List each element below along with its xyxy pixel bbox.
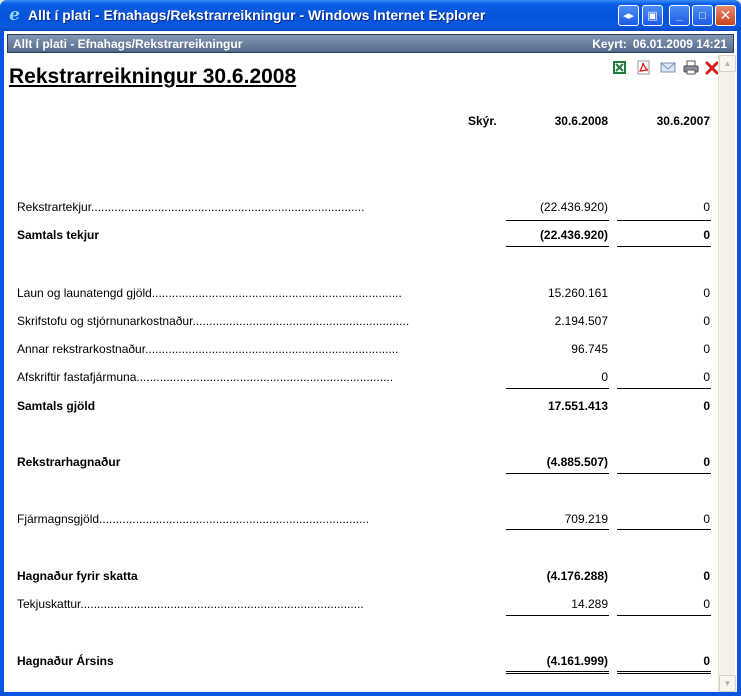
subtotal-rule [617,529,711,530]
page-client-area: Allt í plati - Efnahags/Rekstrarreikning… [4,31,737,692]
row-value-previous: 0 [703,399,710,413]
row-value-current: 0 [601,370,608,384]
maximize-button[interactable]: □ [692,5,713,26]
table-row-total: Samtals tekjur (22.436.920) 0 [4,228,718,244]
subtotal-rule [617,615,711,616]
table-row: Tekjuskattur............................… [4,597,718,613]
scroll-up-button[interactable]: ▲ [719,55,736,72]
row-value-previous: 0 [703,654,710,668]
subtotal-rule [506,388,609,389]
table-row: Annar rekstrarkostnaður.................… [4,342,718,358]
table-row: Fjármagnsgjöld..........................… [4,512,718,528]
report-bar-title: Allt í plati - Efnahags/Rekstrarreikning… [13,37,243,51]
row-value-current: 2.194.507 [554,314,608,328]
browser-window: e Allt í plati - Efnahags/Rekstrarreikni… [0,0,741,696]
total-rule [617,246,711,247]
restore-size-button[interactable]: ◂▸ [618,5,639,26]
table-row-total: Rekstrarhagnaður (4.885.507) 0 [4,455,718,471]
row-value-previous: 0 [703,342,710,356]
row-label: Hagnaður Ársins [17,654,114,668]
row-value-previous: 0 [703,370,710,384]
row-value-current: (4.885.507) [546,455,608,469]
row-value-current: 17.551.413 [547,399,608,413]
run-timestamp: Keyrt: 06.01.2009 14:21 [592,37,727,51]
close-window-button[interactable]: ✕ [715,5,736,26]
row-label: Afskriftir fastafjármuna................… [17,370,394,384]
table-row: Rekstrartekjur..........................… [4,200,718,216]
run-value: 06.01.2009 14:21 [632,37,727,51]
pdf-icon[interactable] [635,59,652,76]
email-icon[interactable] [659,59,676,76]
row-label: Samtals tekjur [17,228,100,242]
row-label: Rekstrartekjur..........................… [17,200,365,214]
row-value-current: (4.161.999) [546,654,608,668]
row-label: Samtals gjöld [17,399,96,413]
scroll-down-button[interactable]: ▼ [719,675,736,692]
table-row-total: Hagnaður Ársins (4.161.999) 0 [4,654,718,670]
row-label: Laun og launatengd gjöld................… [17,286,402,300]
total-rule [506,246,609,247]
row-label: Rekstrarhagnaður [17,455,121,469]
row-value-previous: 0 [703,314,710,328]
subtotal-rule [506,220,609,221]
subtotal-rule [506,615,609,616]
row-value-current: (22.436.920) [539,228,608,242]
column-header-previous: 30.6.2007 [656,114,710,128]
row-label: Skrifstofu og stjórnunarkostnaður.......… [17,314,410,328]
subtotal-rule [617,220,711,221]
report-content: Rekstrarreikningur 30.6.2008 Skýr. 30.6.… [4,55,718,692]
grand-total-double-rule [506,671,609,674]
window-title: Allt í plati - Efnahags/Rekstrarreikning… [28,7,486,23]
row-value-current: 15.260.161 [547,286,608,300]
total-rule [617,473,711,474]
row-value-current: 709.219 [564,512,608,526]
excel-icon[interactable] [611,59,628,76]
internet-explorer-icon: e [9,5,20,25]
run-label: Keyrt: [592,37,627,51]
row-value-current: 14.289 [571,597,608,611]
table-row: Skrifstofu og stjórnunarkostnaður.......… [4,314,718,330]
subtotal-rule [506,529,609,530]
row-label: Fjármagnsgjöld..........................… [17,512,370,526]
table-row: Afskriftir fastafjármuna................… [4,370,718,386]
minimize-button[interactable]: _ [669,5,690,26]
grand-total-double-rule [617,671,711,674]
row-value-current: 96.745 [571,342,608,356]
table-row: Laun og launatengd gjöld................… [4,286,718,302]
row-value-previous: 0 [703,512,710,526]
row-value-current: (4.176.288) [546,569,608,583]
row-label: Hagnaður fyrir skatta [17,569,138,583]
row-value-previous: 0 [703,597,710,611]
row-value-previous: 0 [703,200,710,214]
title-bar[interactable]: e Allt í plati - Efnahags/Rekstrarreikni… [0,0,741,31]
row-value-previous: 0 [703,228,710,242]
row-label: Tekjuskattur............................… [17,597,364,611]
row-value-previous: 0 [703,286,710,300]
table-row-total: Hagnaður fyrir skatta (4.176.288) 0 [4,569,718,585]
total-rule [506,473,609,474]
new-window-button[interactable]: ▣ [642,5,663,26]
vertical-scrollbar[interactable]: ▲ ▼ [718,55,736,692]
print-icon[interactable] [682,59,699,76]
row-value-current: (22.436.920) [539,200,608,214]
row-label: Annar rekstrarkostnaður.................… [17,342,399,356]
table-row-total: Samtals gjöld 17.551.413 0 [4,399,718,415]
subtotal-rule [617,388,711,389]
column-header-note: Skýr. [468,114,497,128]
row-value-previous: 0 [703,569,710,583]
column-header-current: 30.6.2008 [554,114,608,128]
report-header-bar: Allt í plati - Efnahags/Rekstrarreikning… [7,34,734,53]
row-value-previous: 0 [703,455,710,469]
page-title: Rekstrarreikningur 30.6.2008 [9,65,297,88]
